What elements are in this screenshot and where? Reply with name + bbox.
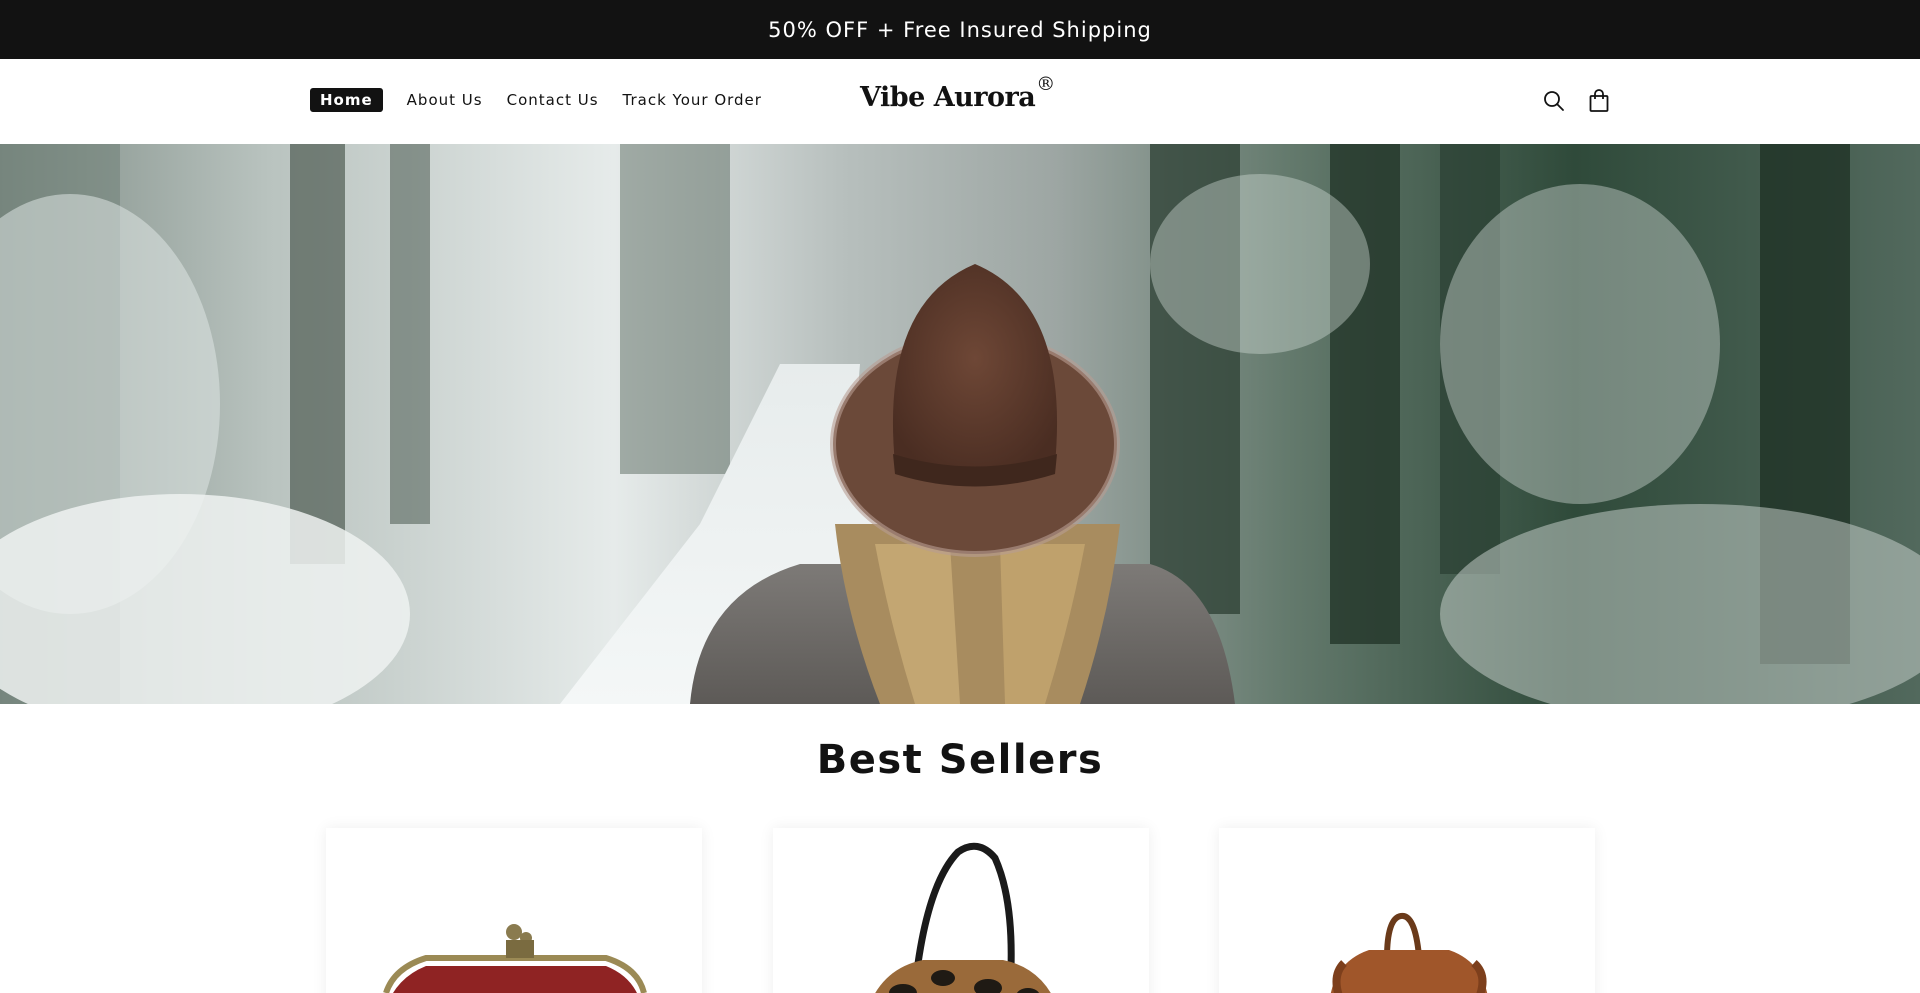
nav-home[interactable]: Home xyxy=(310,88,383,112)
product-image-brown-backpack xyxy=(1330,913,1488,993)
product-card[interactable] xyxy=(326,828,702,993)
shopping-bag-icon[interactable] xyxy=(1586,88,1612,114)
announcement-text: 50% OFF + Free Insured Shipping xyxy=(768,17,1152,42)
product-card[interactable] xyxy=(1219,828,1595,993)
nav-contact-us[interactable]: Contact Us xyxy=(507,91,599,109)
site-logo[interactable]: Vibe Aurora® xyxy=(860,73,1055,113)
search-icon[interactable] xyxy=(1541,88,1567,114)
main-nav: Home About Us Contact Us Track Your Orde… xyxy=(310,88,786,112)
product-image-leopard-handbag xyxy=(875,842,1051,993)
nav-about-us[interactable]: About Us xyxy=(407,91,483,109)
nav-track-order[interactable]: Track Your Order xyxy=(623,91,762,109)
hero-image xyxy=(0,144,1920,704)
announcement-bar: 50% OFF + Free Insured Shipping xyxy=(0,0,1920,59)
logo-text: Vibe Aurora xyxy=(860,82,1036,113)
product-card[interactable] xyxy=(773,828,1149,993)
best-sellers-title: Best Sellers xyxy=(816,737,1104,783)
site-header: Home About Us Contact Us Track Your Orde… xyxy=(0,59,1920,144)
hero-banner xyxy=(0,144,1920,704)
registered-mark: ® xyxy=(1036,73,1055,95)
product-image-red-purse xyxy=(383,924,647,993)
